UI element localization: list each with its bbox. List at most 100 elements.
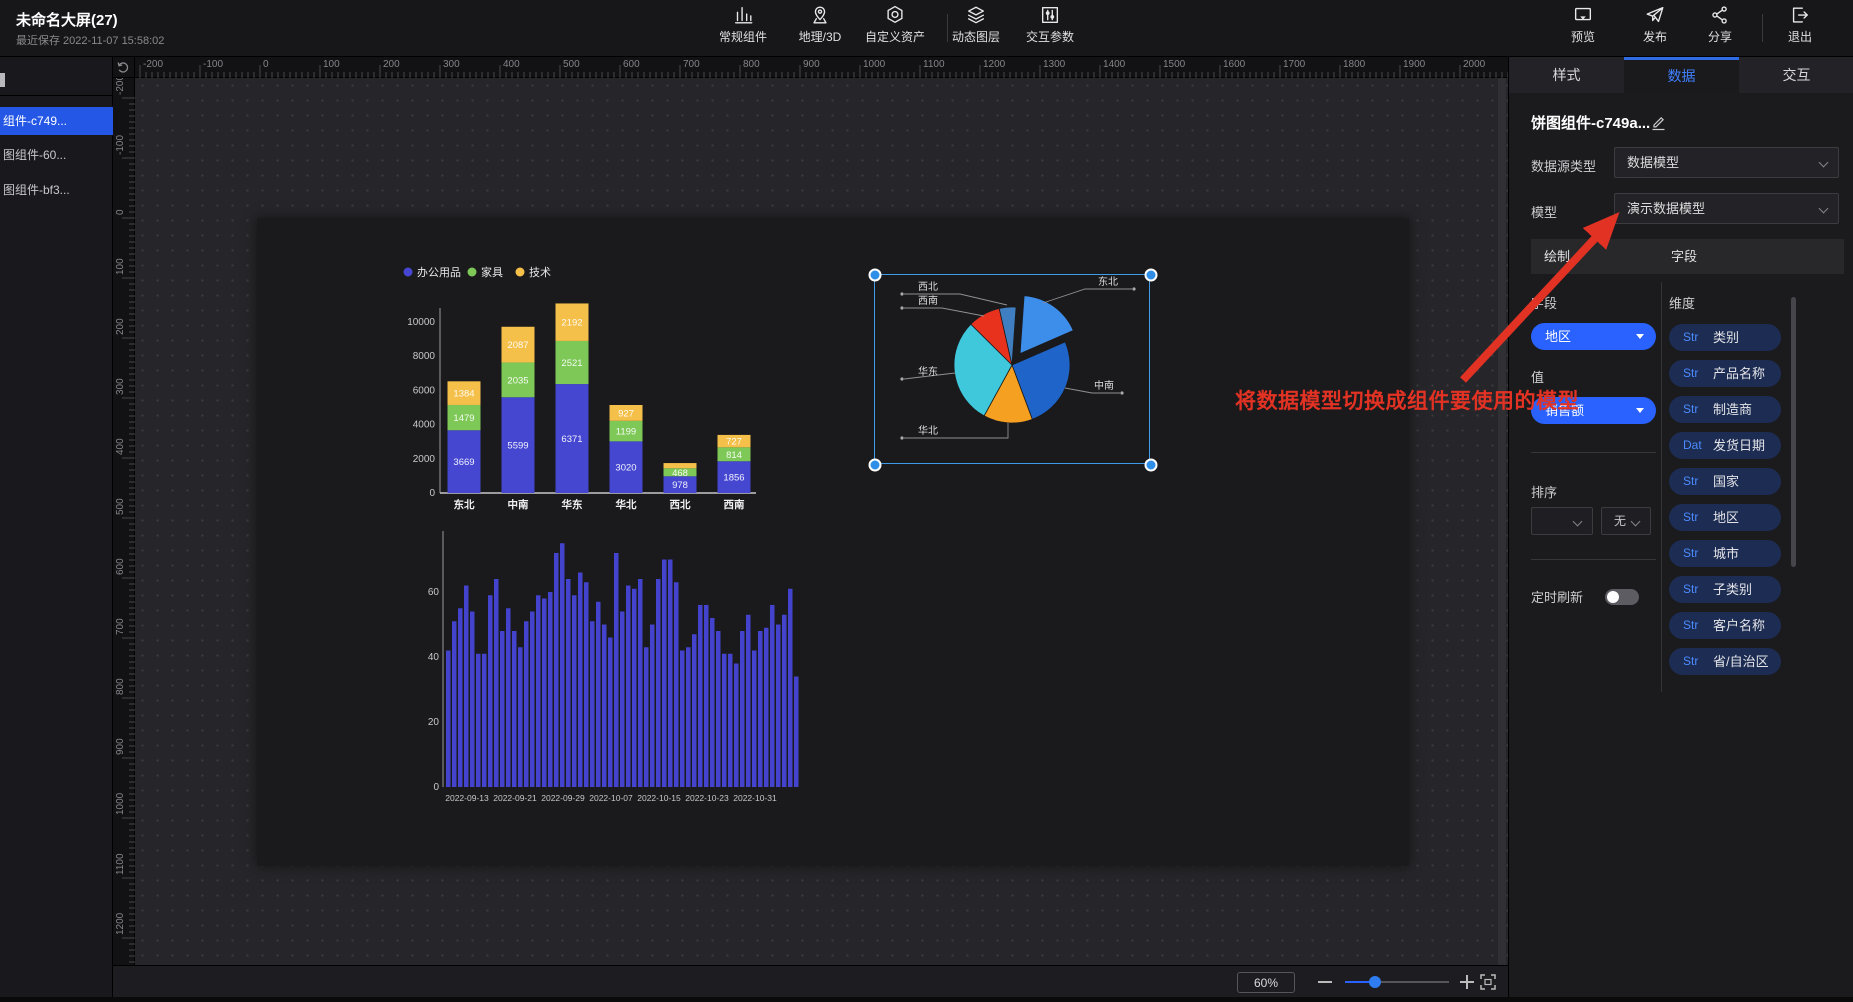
- zoom-slider[interactable]: [1345, 981, 1449, 983]
- field-pill[interactable]: Dat发货日期: [1669, 432, 1781, 459]
- time-bar: [758, 631, 763, 787]
- svg-text:300: 300: [443, 59, 460, 70]
- svg-text:468: 468: [672, 468, 688, 479]
- horizontal-ruler: -200-10001002003004005006007008009001000…: [135, 57, 1508, 78]
- chevron-down-icon: [1819, 158, 1829, 168]
- time-bar: [518, 647, 523, 787]
- auto-refresh-toggle[interactable]: [1605, 589, 1639, 605]
- field-type-badge: Str: [1683, 360, 1698, 387]
- action-preview[interactable]: 预览: [1545, 4, 1621, 45]
- field-pill[interactable]: Str子类别: [1669, 576, 1781, 603]
- canvas-scrollbar[interactable]: [1498, 78, 1506, 997]
- subtab-draw[interactable]: 绘制: [1544, 239, 1570, 274]
- svg-text:1700: 1700: [1283, 59, 1306, 70]
- time-bar: [734, 664, 739, 788]
- svg-text:927: 927: [618, 408, 634, 419]
- time-bar: [470, 612, 475, 788]
- sort-field-select[interactable]: [1531, 507, 1593, 535]
- field-name: 发货日期: [1713, 432, 1765, 459]
- ruler-corner[interactable]: [113, 57, 135, 78]
- time-bar: [668, 560, 673, 788]
- time-bar-chart[interactable]: 02040602022-09-132022-09-212022-09-29202…: [425, 525, 815, 810]
- stacked-bar-chart[interactable]: 办公用品家具技术02000400060008000100003669147913…: [400, 260, 780, 525]
- toolbar-item-params[interactable]: 交互参数: [1012, 4, 1088, 45]
- svg-text:1000: 1000: [863, 59, 886, 70]
- svg-text:1000: 1000: [115, 792, 126, 815]
- toolbar-item-assets[interactable]: 自定义资产: [857, 4, 933, 45]
- selection-handle-bl[interactable]: [869, 459, 882, 472]
- vertical-ruler: -200-10001002003004005006007008009001000…: [113, 78, 135, 997]
- bar-chart-icon: [732, 4, 754, 26]
- layer-item[interactable]: 图组件-bf3...: [0, 177, 113, 203]
- svg-text:0: 0: [433, 782, 439, 793]
- field-pill[interactable]: Str地区: [1669, 504, 1781, 531]
- tab-interaction[interactable]: 交互: [1739, 57, 1853, 93]
- action-label: 预览: [1545, 28, 1621, 45]
- field-pill[interactable]: Str客户名称: [1669, 612, 1781, 639]
- caret-down-icon: [1636, 334, 1644, 339]
- toolbar-item-label: 常规组件: [705, 28, 781, 45]
- page-title: 未命名大屏(27): [16, 9, 118, 30]
- time-bar: [554, 553, 559, 787]
- svg-text:2035: 2035: [507, 375, 528, 386]
- zoom-in-button[interactable]: [1460, 975, 1474, 989]
- fit-screen-icon[interactable]: [1480, 974, 1496, 990]
- tab-data[interactable]: 数据: [1624, 57, 1739, 93]
- datasource-type-value: 数据模型: [1627, 155, 1679, 170]
- svg-text:600: 600: [623, 59, 640, 70]
- chevron-down-icon: [1819, 204, 1829, 214]
- selection-box[interactable]: [874, 274, 1150, 464]
- zoom-out-button[interactable]: [1318, 981, 1332, 983]
- sort-order-select[interactable]: 无: [1601, 507, 1651, 535]
- toolbar-item-components[interactable]: 常规组件: [705, 4, 781, 45]
- field-pill[interactable]: Str国家: [1669, 468, 1781, 495]
- subtab-bar: 绘制 字段: [1531, 239, 1844, 274]
- layer-item[interactable]: 图组件-60...: [0, 142, 113, 168]
- toolbar-item-label: 交互参数: [1012, 28, 1088, 45]
- svg-text:2000: 2000: [1463, 59, 1486, 70]
- selection-handle-br[interactable]: [1145, 459, 1158, 472]
- selection-handle-tl[interactable]: [869, 269, 882, 282]
- time-bar: [530, 612, 535, 788]
- time-bar: [656, 579, 661, 787]
- svg-text:-100: -100: [115, 135, 126, 155]
- action-exit[interactable]: 退出: [1762, 4, 1838, 45]
- subtab-fields[interactable]: 字段: [1671, 239, 1697, 274]
- field-label: 字段: [1531, 293, 1557, 312]
- datasource-type-select[interactable]: 数据模型: [1614, 147, 1839, 178]
- field-pill[interactable]: Str类别: [1669, 324, 1781, 351]
- model-select[interactable]: 演示数据模型: [1614, 193, 1839, 224]
- field-pill[interactable]: Str城市: [1669, 540, 1781, 567]
- time-bar: [458, 608, 463, 787]
- svg-text:1900: 1900: [1403, 59, 1426, 70]
- data-config-panel: 样式 数据 交互 饼图组件-c749a... 数据源类型 数据模型 模型 演示数…: [1508, 57, 1853, 997]
- zoom-slider-handle[interactable]: [1369, 976, 1381, 988]
- field-pill[interactable]: Str省/自治区: [1669, 648, 1781, 675]
- field-type-badge: Str: [1683, 612, 1698, 639]
- layer-item[interactable]: 组件-c749...: [0, 107, 113, 135]
- selection-handle-tr[interactable]: [1145, 269, 1158, 282]
- toolbar-item-geo3d[interactable]: 地理/3D: [782, 4, 858, 45]
- time-bar: [746, 615, 751, 787]
- toolbar-item-label: 地理/3D: [782, 28, 858, 45]
- auto-refresh-label: 定时刷新: [1531, 587, 1583, 606]
- tab-style[interactable]: 样式: [1509, 57, 1624, 93]
- action-share[interactable]: 分享: [1682, 4, 1758, 45]
- time-bar: [788, 589, 793, 787]
- svg-text:2022-09-13: 2022-09-13: [445, 793, 489, 803]
- svg-text:8000: 8000: [413, 351, 436, 362]
- annotation-text: 将数据模型切换成组件要使用的模型: [1235, 385, 1579, 415]
- svg-text:1384: 1384: [453, 389, 474, 400]
- field-pill[interactable]: Str制造商: [1669, 396, 1781, 423]
- divider: [1531, 452, 1656, 453]
- svg-text:0: 0: [263, 59, 269, 70]
- edit-icon[interactable]: [1651, 114, 1666, 131]
- dimension-field-select[interactable]: 地区: [1531, 323, 1656, 350]
- fields-scrollbar[interactable]: [1791, 297, 1796, 567]
- svg-text:-200: -200: [115, 78, 126, 95]
- canvas[interactable]: [135, 78, 1508, 997]
- field-pill[interactable]: Str产品名称: [1669, 360, 1781, 387]
- zoom-level-value[interactable]: 60%: [1237, 972, 1295, 993]
- svg-text:2022-10-15: 2022-10-15: [637, 793, 681, 803]
- toolbar-item-dynamic-layers[interactable]: 动态图层: [938, 4, 1014, 45]
